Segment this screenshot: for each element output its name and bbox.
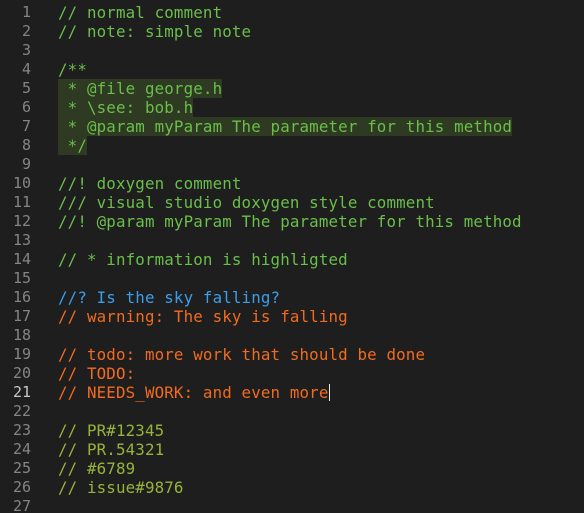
line-number: 7 bbox=[21, 117, 31, 135]
line-content[interactable]: // todo: more work that should be done bbox=[58, 345, 425, 364]
line-number: 5 bbox=[21, 79, 31, 97]
line-number: 24 bbox=[12, 440, 31, 458]
line-number: 11 bbox=[12, 193, 31, 211]
code-line[interactable]: 22 bbox=[0, 402, 584, 421]
line-number: 27 bbox=[12, 497, 31, 513]
code-line[interactable]: 18 bbox=[0, 326, 584, 345]
comment-text: // issue#9876 bbox=[58, 478, 184, 497]
code-line[interactable]: 2 // note: simple note bbox=[0, 22, 584, 41]
line-number: 1 bbox=[21, 3, 31, 21]
line-number: 12 bbox=[12, 212, 31, 230]
code-line[interactable]: 27 bbox=[0, 497, 584, 513]
line-content[interactable]: // issue#9876 bbox=[58, 478, 184, 497]
comment-text: //! @param myParam The parameter for thi… bbox=[58, 212, 522, 231]
line-number: 20 bbox=[12, 364, 31, 382]
code-line[interactable]: 1 // normal comment bbox=[0, 3, 584, 22]
code-line[interactable]: 8 */ bbox=[0, 136, 584, 155]
comment-text: // * information is highligted bbox=[58, 250, 348, 269]
line-number: 23 bbox=[12, 421, 31, 439]
code-line[interactable]: 3 bbox=[0, 41, 584, 60]
code-line[interactable]: 23 // PR#12345 bbox=[0, 421, 584, 440]
line-content[interactable]: * @file george.h bbox=[58, 79, 223, 98]
comment-text: // PR.54321 bbox=[58, 440, 165, 459]
line-number: 13 bbox=[12, 231, 31, 249]
line-number: 2 bbox=[21, 22, 31, 40]
line-content[interactable]: //! doxygen comment bbox=[58, 174, 242, 193]
line-number: 22 bbox=[12, 402, 31, 420]
code-line[interactable]: 9 bbox=[0, 155, 584, 174]
line-number: 14 bbox=[12, 250, 31, 268]
comment-text: // normal comment bbox=[58, 3, 223, 22]
comment-text: * @file george.h bbox=[58, 79, 223, 98]
line-number: 16 bbox=[12, 288, 31, 306]
code-line[interactable]: 17 // warning: The sky is falling bbox=[0, 307, 584, 326]
code-line[interactable]: 20 // TODO: bbox=[0, 364, 584, 383]
line-number: 10 bbox=[12, 174, 31, 192]
code-line[interactable]: 7 * @param myParam The parameter for thi… bbox=[0, 117, 584, 136]
comment-text: //? Is the sky falling? bbox=[58, 288, 281, 307]
line-content[interactable]: */ bbox=[58, 136, 87, 155]
code-line[interactable]: 4 /** bbox=[0, 60, 584, 79]
line-content[interactable]: /** bbox=[58, 60, 87, 79]
line-content[interactable]: // TODO: bbox=[58, 364, 135, 383]
line-number: 8 bbox=[21, 136, 31, 154]
code-line[interactable]: 5 * @file george.h bbox=[0, 79, 584, 98]
code-line[interactable]: 11 /// visual studio doxygen style commen… bbox=[0, 193, 584, 212]
line-content[interactable]: // normal comment bbox=[58, 3, 222, 22]
code-line[interactable]: 16 //? Is the sky falling? bbox=[0, 288, 584, 307]
line-content[interactable]: // warning: The sky is falling bbox=[58, 307, 348, 326]
comment-text: */ bbox=[58, 136, 87, 155]
line-content[interactable]: // NEEDS_WORK: and even more bbox=[58, 383, 330, 402]
line-number: 6 bbox=[21, 98, 31, 116]
line-content[interactable]: * @param myParam The parameter for this … bbox=[58, 117, 513, 136]
line-number: 25 bbox=[12, 459, 31, 477]
line-content[interactable]: //! @param myParam The parameter for thi… bbox=[58, 212, 522, 231]
comment-text: //! doxygen comment bbox=[58, 174, 242, 193]
line-number: 19 bbox=[12, 345, 31, 363]
text-cursor bbox=[328, 384, 330, 401]
code-line[interactable]: 14 // * information is highligted bbox=[0, 250, 584, 269]
comment-text: // #6789 bbox=[58, 459, 136, 478]
line-content[interactable]: // #6789 bbox=[58, 459, 135, 478]
comment-text: // NEEDS_WORK: and even more bbox=[58, 383, 329, 402]
line-number: 18 bbox=[12, 326, 31, 344]
line-content[interactable]: /// visual studio doxygen style comment bbox=[58, 193, 435, 212]
code-line[interactable]: 10 //! doxygen comment bbox=[0, 174, 584, 193]
comment-text: /// visual studio doxygen style comment bbox=[58, 193, 435, 212]
line-number: 3 bbox=[21, 41, 31, 59]
line-number: 26 bbox=[12, 478, 31, 496]
line-content[interactable]: //? Is the sky falling? bbox=[58, 288, 280, 307]
code-line[interactable]: 26 // issue#9876 bbox=[0, 478, 584, 497]
code-line[interactable]: 15 bbox=[0, 269, 584, 288]
code-line[interactable]: 13 bbox=[0, 231, 584, 250]
comment-text: // PR#12345 bbox=[58, 421, 165, 440]
code-line[interactable]: 24 // PR.54321 bbox=[0, 440, 584, 459]
line-number: 15 bbox=[12, 269, 31, 287]
line-content[interactable]: // PR.54321 bbox=[58, 440, 164, 459]
code-line[interactable]: 21 // NEEDS_WORK: and even more bbox=[0, 383, 584, 402]
line-content[interactable]: // * information is highligted bbox=[58, 250, 348, 269]
line-number: 9 bbox=[21, 155, 31, 173]
comment-text: // warning: The sky is falling bbox=[58, 307, 348, 326]
comment-text: /** bbox=[58, 60, 87, 79]
comment-text: * @param myParam The parameter for this … bbox=[58, 117, 513, 136]
line-number: 21 bbox=[12, 383, 31, 401]
code-line[interactable]: 6 * \see: bob.h bbox=[0, 98, 584, 117]
comment-text: // todo: more work that should be done bbox=[58, 345, 426, 364]
comment-text: // TODO: bbox=[58, 364, 136, 383]
code-line[interactable]: 25 // #6789 bbox=[0, 459, 584, 478]
comment-text: * \see: bob.h bbox=[58, 98, 194, 117]
line-content[interactable]: // note: simple note bbox=[58, 22, 251, 41]
code-line[interactable]: 19 // todo: more work that should be done bbox=[0, 345, 584, 364]
line-number: 4 bbox=[21, 60, 31, 78]
line-number: 17 bbox=[12, 307, 31, 325]
code-editor[interactable]: 1 // normal comment 2 // note: simple note 3… bbox=[0, 3, 584, 513]
comment-text: // note: simple note bbox=[58, 22, 252, 41]
line-content[interactable]: // PR#12345 bbox=[58, 421, 164, 440]
code-line[interactable]: 12 //! @param myParam The parameter for t… bbox=[0, 212, 584, 231]
line-content[interactable]: * \see: bob.h bbox=[58, 98, 194, 117]
